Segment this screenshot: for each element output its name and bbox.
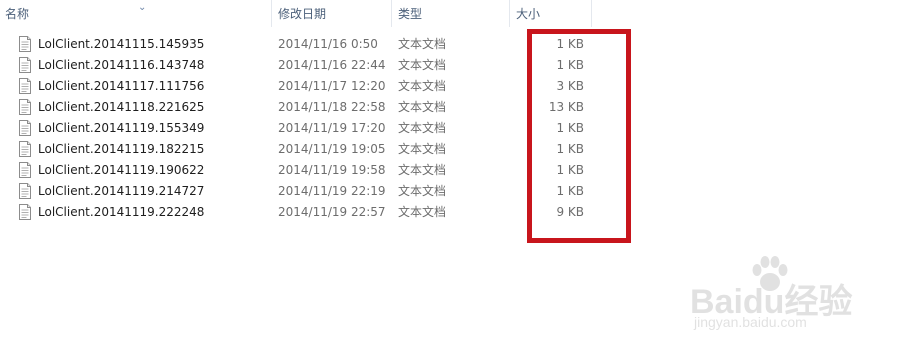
file-modified-date: 2014/11/19 19:05 [278,142,386,156]
file-type: 文本文档 [398,142,447,156]
file-type: 文本文档 [398,121,447,135]
sort-indicator-icon: ⌄ [138,2,147,13]
file-modified-date: 2014/11/16 22:44 [278,58,386,72]
file-type: 文本文档 [398,58,447,72]
column-header-name[interactable]: 名称 ⌄ [0,0,272,27]
text-document-icon [19,120,31,136]
file-name: LolClient.20141116.143748 [38,58,205,72]
column-header-name-label: 名称 [5,7,30,21]
file-type: 文本文档 [398,163,447,177]
file-type: 文本文档 [398,100,447,114]
file-modified-date: 2014/11/19 22:19 [278,184,386,198]
column-header-size[interactable]: 大小 [510,0,592,27]
text-document-icon [19,78,31,94]
file-list: LolClient.20141115.145935 2014/11/16 0:50… [0,33,902,222]
column-header-bar: 名称 ⌄ 修改日期 类型 大小 [0,0,902,27]
file-name: LolClient.20141119.190622 [38,163,205,177]
text-document-icon [19,141,31,157]
file-name: LolClient.20141118.221625 [38,100,205,114]
file-modified-date: 2014/11/19 19:58 [278,163,386,177]
baidu-jingyan-watermark: Baidu经验 jingyan.baidu.com [690,254,890,344]
file-type: 文本文档 [398,205,447,219]
file-name: LolClient.20141117.111756 [38,79,205,93]
file-modified-date: 2014/11/18 22:58 [278,100,386,114]
text-document-icon [19,36,31,52]
size-column-highlight-box [527,29,631,243]
text-document-icon [19,57,31,73]
file-modified-date: 2014/11/19 17:20 [278,121,386,135]
file-name: LolClient.20141119.182215 [38,142,205,156]
text-document-icon [19,204,31,220]
file-type: 文本文档 [398,184,447,198]
column-header-date[interactable]: 修改日期 [272,0,392,27]
text-document-icon [19,99,31,115]
file-modified-date: 2014/11/16 0:50 [278,37,378,51]
file-name: LolClient.20141119.222248 [38,205,205,219]
watermark-url: jingyan.baidu.com [694,314,807,330]
column-header-type-label: 类型 [398,7,423,21]
column-header-type[interactable]: 类型 [392,0,510,27]
text-document-icon [19,162,31,178]
file-name: LolClient.20141119.155349 [38,121,205,135]
file-modified-date: 2014/11/19 22:57 [278,205,386,219]
file-type: 文本文档 [398,79,447,93]
file-name: LolClient.20141115.145935 [38,37,205,51]
file-name: LolClient.20141119.214727 [38,184,205,198]
text-document-icon [19,183,31,199]
column-header-size-label: 大小 [516,7,541,21]
column-header-date-label: 修改日期 [278,7,327,21]
file-modified-date: 2014/11/17 12:20 [278,79,386,93]
file-type: 文本文档 [398,37,447,51]
